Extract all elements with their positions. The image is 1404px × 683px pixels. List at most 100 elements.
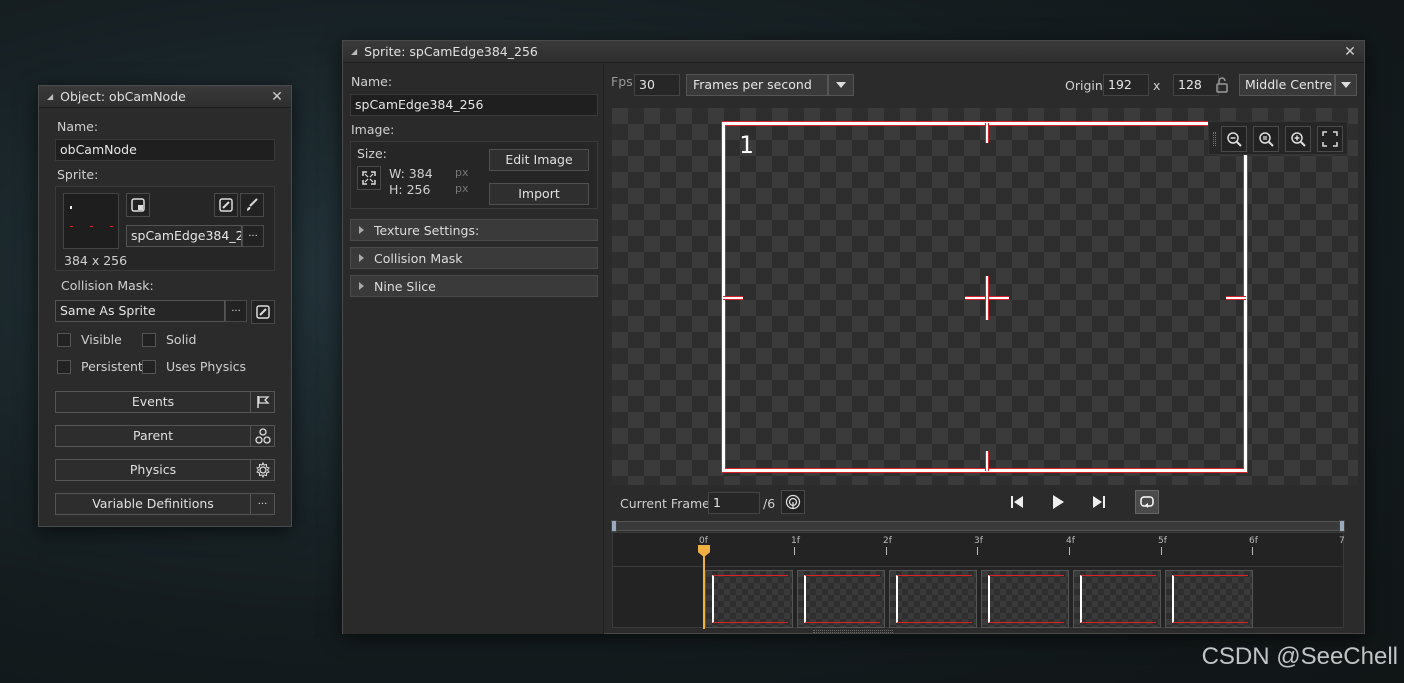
skip-back-icon[interactable] [1009, 494, 1025, 513]
solid-checkbox[interactable] [142, 332, 156, 347]
onion-skin-icon[interactable] [781, 490, 805, 514]
collapse-icon[interactable]: ◢ [47, 92, 53, 101]
sprite-properties-panel: Name: spCamEdge384_256 Image: Size: W: 3… [343, 64, 604, 634]
uses-physics-checkbox-row[interactable]: Uses Physics [142, 359, 246, 374]
scroll-handle-right[interactable] [1339, 520, 1345, 532]
expand-icon [359, 282, 364, 290]
frame-thumbnail-5[interactable] [1073, 570, 1161, 628]
variable-definitions-row: Variable Definitions ··· [55, 493, 275, 515]
zoom-out-icon[interactable] [1221, 126, 1247, 152]
events-row: Events [55, 391, 275, 413]
fit-screen-icon[interactable] [1317, 126, 1343, 152]
sprite-label: Sprite: [57, 167, 99, 182]
resize-icon[interactable] [357, 166, 381, 190]
tick-label-3: 3f [974, 536, 983, 546]
collision-mask-field[interactable]: Same As Sprite [55, 300, 225, 322]
visible-label: Visible [81, 332, 122, 347]
size-label: Size: [357, 146, 387, 161]
gear-icon[interactable] [251, 459, 275, 481]
sprite-thumbnail[interactable] [63, 193, 119, 249]
tick-mark [1069, 547, 1070, 555]
sprite-window-titlebar[interactable]: ◢ Sprite: spCamEdge384_256 ✕ [343, 41, 1364, 63]
sprite-name-field[interactable]: spCamEdge384_2... [126, 225, 242, 247]
new-sprite-icon[interactable] [126, 193, 150, 217]
variable-definitions-button[interactable]: Variable Definitions [55, 493, 251, 515]
timeline[interactable]: 0f 1f 2f 3f 4f 5f 6f 7 [612, 532, 1345, 629]
lock-icon[interactable] [1215, 77, 1229, 96]
tick-label-5: 5f [1158, 536, 1167, 546]
origin-preset-dropdown[interactable]: Middle Centre [1239, 74, 1335, 96]
left-marker [723, 296, 743, 300]
persistent-checkbox-row[interactable]: Persistent [57, 359, 143, 374]
sprite-size-text: 384 x 256 [64, 253, 128, 268]
collision-mask-ellipsis-button[interactable]: ··· [225, 300, 247, 322]
timeline-scrollbar[interactable] [611, 520, 1345, 532]
current-frame-label: Current Frame: [620, 496, 715, 511]
sprite-frame-border: 1 [722, 122, 1247, 472]
texture-settings-section[interactable]: Texture Settings: [350, 219, 598, 241]
chevron-down-icon[interactable] [828, 74, 854, 96]
drag-handle[interactable] [1213, 132, 1216, 146]
parent-button[interactable]: Parent [55, 425, 251, 447]
height-unit: px [455, 182, 469, 195]
close-icon[interactable]: ✕ [269, 89, 285, 105]
sprite-window-title: Sprite: spCamEdge384_256 [364, 44, 538, 59]
object-name-field[interactable]: obCamNode [55, 139, 275, 161]
frame-thumbnail-4[interactable] [981, 570, 1069, 628]
visible-checkbox-row[interactable]: Visible [57, 332, 122, 347]
variable-definitions-ellipsis[interactable]: ··· [251, 493, 275, 515]
solid-checkbox-row[interactable]: Solid [142, 332, 196, 347]
frame-thumbnail-3[interactable] [889, 570, 977, 628]
origin-x-input[interactable]: 192 [1103, 74, 1149, 96]
events-button[interactable]: Events [55, 391, 251, 413]
sprite-name-label: Name: [351, 74, 393, 89]
collision-mask-section[interactable]: Collision Mask [350, 247, 598, 269]
fps-mode-dropdown[interactable]: Frames per second [686, 74, 828, 96]
skip-forward-icon[interactable] [1091, 494, 1107, 513]
sprite-ellipsis-button[interactable]: ··· [242, 225, 264, 247]
origin-y-input[interactable]: 128 [1173, 74, 1219, 96]
nine-slice-section[interactable]: Nine Slice [350, 275, 598, 297]
origin-cross-v[interactable] [985, 276, 989, 320]
tick-mark [1252, 547, 1253, 555]
expand-icon [359, 254, 364, 262]
current-frame-input[interactable]: 1 [708, 492, 760, 514]
frame-thumbnail-1[interactable] [705, 570, 793, 628]
tick-label-0: 0f [699, 536, 708, 546]
play-icon[interactable] [1050, 494, 1066, 513]
frame-number-label: 1 [739, 131, 754, 159]
edit-mask-icon[interactable] [251, 300, 275, 324]
zoom-reset-icon[interactable] [1253, 126, 1279, 152]
uses-physics-checkbox[interactable] [142, 359, 156, 374]
flag-icon[interactable] [251, 391, 275, 413]
collapse-icon[interactable]: ◢ [351, 47, 357, 56]
brush-icon[interactable] [240, 193, 264, 217]
image-label: Image: [351, 122, 395, 137]
scroll-handle-left[interactable] [611, 520, 617, 532]
edit-sprite-icon[interactable] [214, 193, 238, 217]
loop-icon[interactable] [1135, 490, 1159, 514]
fps-input[interactable]: 30 [634, 74, 680, 96]
object-window: ◢ Object: obCamNode ✕ Name: obCamNode Sp… [38, 85, 292, 527]
origin-label: Origin [1065, 78, 1103, 93]
resize-grip[interactable] [813, 630, 893, 633]
import-button[interactable]: Import [489, 183, 589, 205]
object-window-titlebar[interactable]: ◢ Object: obCamNode ✕ [39, 86, 291, 108]
tick-label-1: 1f [791, 536, 800, 546]
sprite-width-text: W: 384 [389, 166, 433, 181]
name-label: Name: [57, 119, 99, 134]
frame-thumbnail-6[interactable] [1165, 570, 1253, 628]
hierarchy-icon[interactable] [251, 425, 275, 447]
texture-settings-label: Texture Settings: [374, 222, 480, 238]
physics-button[interactable]: Physics [55, 459, 251, 481]
frame-thumbnail-2[interactable] [797, 570, 885, 628]
zoom-in-icon[interactable] [1285, 126, 1311, 152]
visible-checkbox[interactable] [57, 332, 71, 347]
image-group: Size: W: 384 H: 256 px px Edit Image Imp… [350, 141, 598, 209]
edit-image-button[interactable]: Edit Image [489, 149, 589, 171]
chevron-down-icon[interactable] [1335, 74, 1357, 96]
persistent-checkbox[interactable] [57, 359, 71, 374]
sprite-canvas[interactable]: 1 [612, 108, 1358, 485]
sprite-name-input[interactable]: spCamEdge384_256 [350, 94, 598, 116]
close-icon[interactable]: ✕ [1342, 44, 1358, 60]
